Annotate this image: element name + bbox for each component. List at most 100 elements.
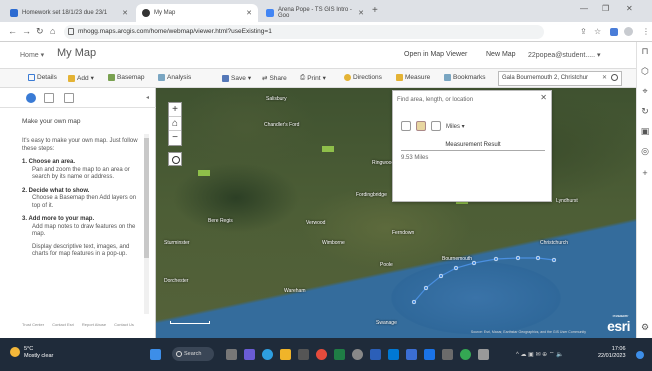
office-icon[interactable]: ▣ <box>640 126 650 136</box>
sidebar-scrollbar[interactable] <box>144 134 149 314</box>
file-explorer-icon[interactable] <box>280 349 291 360</box>
footer-link[interactable]: Contact Us <box>114 322 134 327</box>
weather-widget[interactable]: 5°C Mostly clear <box>10 346 53 360</box>
footer-link[interactable]: Trust Center <box>22 322 44 327</box>
locate-button[interactable] <box>168 152 182 166</box>
distance-tool-icon[interactable] <box>416 121 426 131</box>
area-tool-icon[interactable] <box>401 121 411 131</box>
outlook-icon[interactable] <box>388 349 399 360</box>
measure-tools: Miles ▾ <box>401 121 465 131</box>
app-icon[interactable] <box>352 349 363 360</box>
home-icon[interactable]: ⌂ <box>50 26 55 36</box>
print-button[interactable]: ⎙ Print ▾ <box>300 74 326 82</box>
forward-icon[interactable]: → <box>22 26 31 36</box>
system-tray[interactable]: ^ ☁ ▣ ✉ ⊕ ⌔ 🔈 <box>516 350 564 358</box>
town-label: Poole <box>380 262 393 268</box>
measure-vertex <box>438 273 444 279</box>
chrome-active-icon[interactable] <box>460 349 471 360</box>
save-button[interactable]: Save ▾ <box>222 74 251 82</box>
zoom-out-button[interactable]: − <box>169 131 181 145</box>
store-icon[interactable] <box>298 349 309 360</box>
legend-icon[interactable] <box>64 93 74 103</box>
edge-icon[interactable] <box>262 349 273 360</box>
map-search-input[interactable]: Gala Bournemouth 2, Christchur ✕ <box>498 71 622 86</box>
tab-arena-pope[interactable]: Arena Pope - TS GIS Intro - Goo ✕ <box>260 4 370 22</box>
home-extent-button[interactable]: ⌂ <box>169 117 181 131</box>
tab-my-map[interactable]: My Map ✕ <box>136 4 258 22</box>
taskbar-search[interactable]: Search <box>172 347 214 361</box>
map-attribution: Source: Esri, Maxar, Earthstar Geographi… <box>470 330 586 334</box>
footer-link[interactable]: Contact Esri <box>52 322 74 327</box>
unit-select[interactable]: Miles ▾ <box>446 123 465 130</box>
share-button[interactable]: ⇄ Share <box>262 74 287 83</box>
details-button[interactable]: Details <box>28 74 57 81</box>
collapse-icon[interactable]: ◂ <box>146 94 149 101</box>
close-icon[interactable]: ✕ <box>246 9 252 17</box>
town-label: Wareham <box>284 288 306 294</box>
user-menu[interactable]: 22popea@student..... ▾ <box>528 51 601 59</box>
content-icon[interactable] <box>44 93 54 103</box>
compass-icon[interactable]: ◎ <box>640 146 650 156</box>
add-button[interactable]: Add ▾ <box>68 74 94 82</box>
profile-icon[interactable] <box>624 27 633 36</box>
measure-vertex <box>471 260 477 266</box>
url-field[interactable]: mhogg.maps.arcgis.com/home/webmap/viewer… <box>64 25 544 39</box>
calendar-icon[interactable] <box>424 349 435 360</box>
about-icon[interactable] <box>26 93 36 103</box>
road-shield <box>198 170 210 176</box>
tab-label: My Map <box>154 10 176 16</box>
reload-icon[interactable]: ↻ <box>36 26 44 37</box>
bookmark-icon[interactable]: ⊓ <box>640 46 650 56</box>
open-in-map-viewer-link[interactable]: Open in Map Viewer <box>404 51 467 58</box>
close-icon[interactable]: ✕ <box>358 9 364 17</box>
share-icon: ⇄ <box>262 75 268 82</box>
star-icon[interactable]: ☆ <box>594 27 601 36</box>
app-icon[interactable] <box>478 349 489 360</box>
app-icon[interactable] <box>442 349 453 360</box>
restore-icon[interactable]: ❐ <box>602 4 609 13</box>
close-window-icon[interactable]: ✕ <box>626 4 633 13</box>
tab-homework[interactable]: Homework set 18/1/23 due 23/1 ✕ <box>4 4 134 22</box>
minimize-icon[interactable]: — <box>580 4 588 13</box>
share-icon[interactable]: ⇪ <box>580 27 587 36</box>
zoom-in-button[interactable]: + <box>169 103 181 117</box>
ruler-icon <box>396 74 403 81</box>
extension-icon[interactable] <box>610 28 618 36</box>
new-tab-icon[interactable]: + <box>372 5 378 16</box>
location-tool-icon[interactable] <box>431 121 441 131</box>
directions-button[interactable]: Directions <box>344 74 382 81</box>
add-icon[interactable]: + <box>640 168 650 178</box>
sync-icon[interactable]: ↻ <box>640 106 650 116</box>
scroll-thumb[interactable] <box>144 138 149 258</box>
bookmarks-button[interactable]: Bookmarks <box>444 74 486 81</box>
measure-button[interactable]: Measure <box>396 74 430 81</box>
taskbar-clock[interactable]: 17:06 22/01/2023 <box>598 346 626 360</box>
windows-start-icon[interactable] <box>150 349 161 360</box>
arcgis-icon <box>142 9 150 17</box>
home-menu[interactable]: Home ▾ <box>20 51 44 59</box>
teams-icon[interactable] <box>406 349 417 360</box>
notification-icon[interactable] <box>636 351 644 359</box>
clear-icon[interactable]: ✕ <box>602 72 607 85</box>
excel-icon[interactable] <box>334 349 345 360</box>
menu-icon[interactable]: ⋮ <box>642 27 650 36</box>
footer-link[interactable]: Report Abuse <box>82 322 106 327</box>
close-icon[interactable]: ✕ <box>540 93 547 102</box>
town-label: Sturminster <box>164 240 190 246</box>
settings-icon[interactable]: ⚙ <box>640 322 650 332</box>
chrome-icon[interactable] <box>316 349 327 360</box>
task-view-icon[interactable] <box>226 349 237 360</box>
search-icon[interactable] <box>611 74 618 81</box>
close-icon[interactable]: ✕ <box>122 9 128 17</box>
tag-icon[interactable]: ⌖ <box>640 86 650 96</box>
basemap-button[interactable]: Basemap <box>108 74 144 81</box>
back-icon[interactable]: ← <box>8 26 17 36</box>
word-icon[interactable] <box>370 349 381 360</box>
new-map-link[interactable]: New Map <box>486 51 516 58</box>
measure-vertex <box>493 256 499 262</box>
cube-icon[interactable]: ⬡ <box>640 66 650 76</box>
sheets-icon <box>10 9 18 17</box>
chat-icon[interactable] <box>244 349 255 360</box>
analysis-button[interactable]: Analysis <box>158 74 191 81</box>
bookmark-icon <box>444 74 451 81</box>
